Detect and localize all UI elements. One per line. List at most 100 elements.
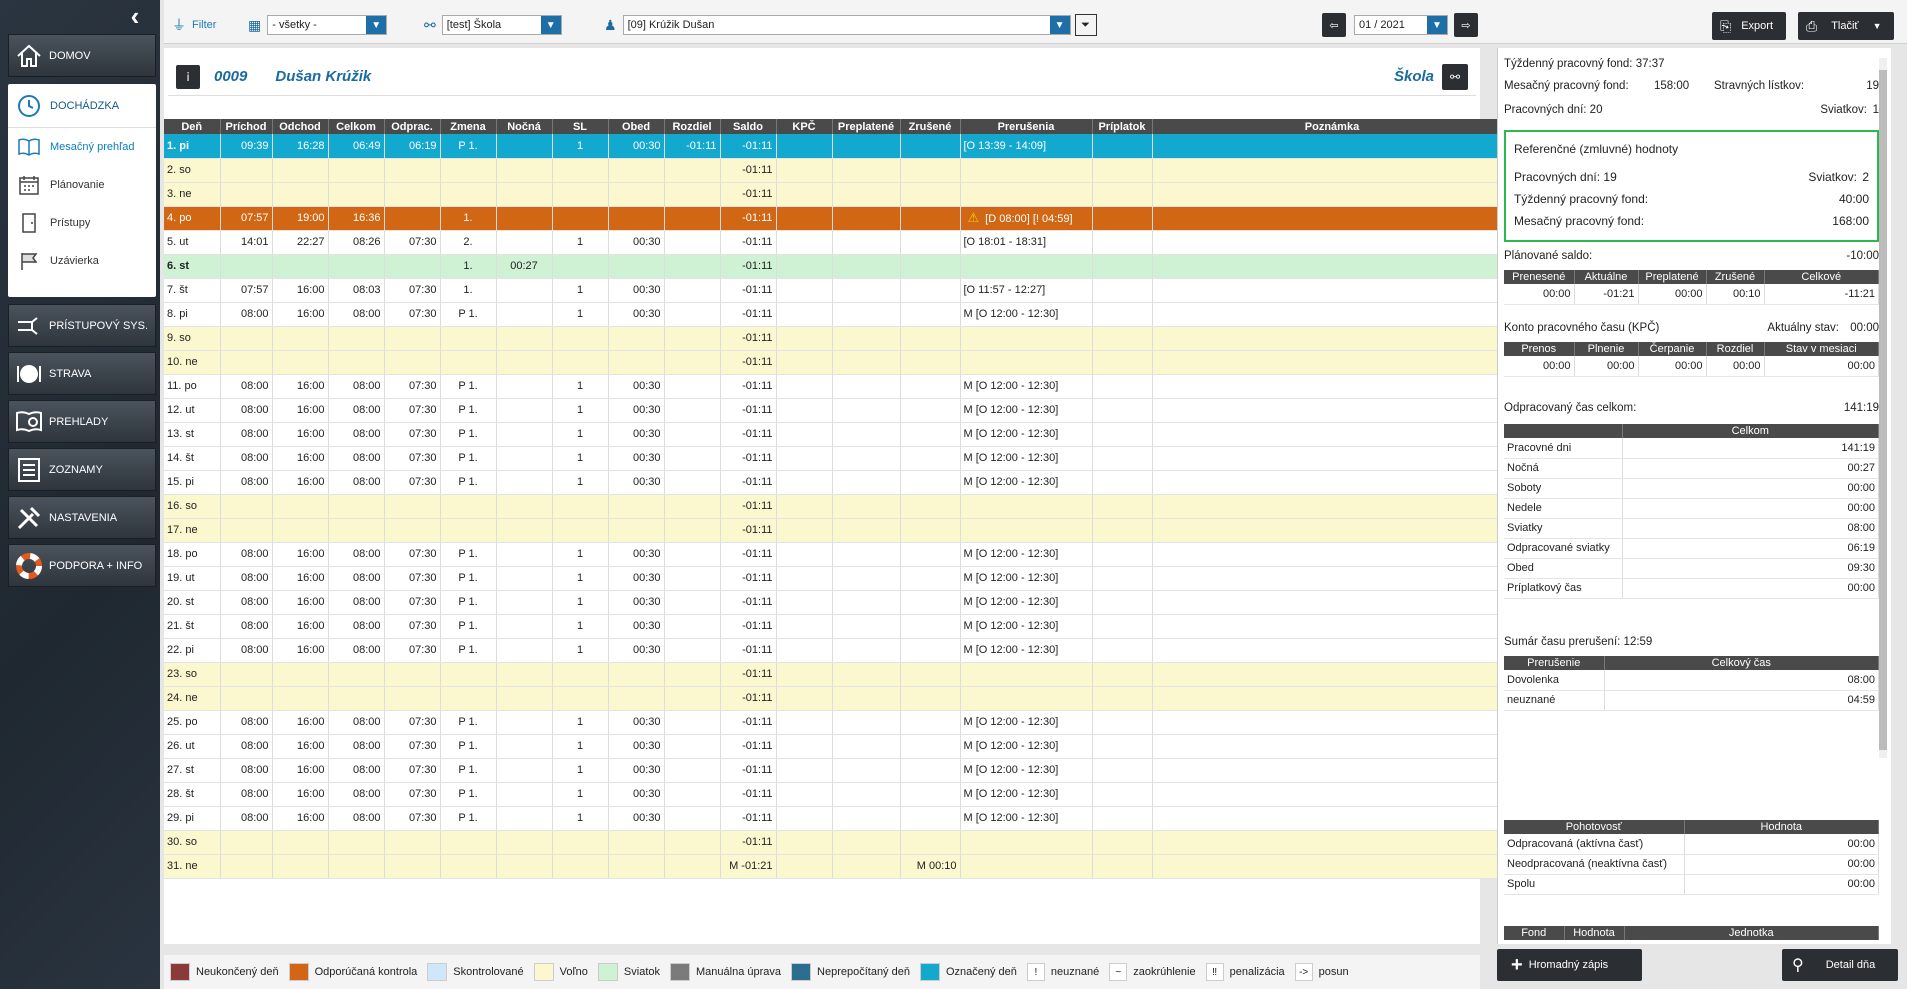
column-header[interactable]: Obed [608, 119, 665, 134]
nav-planning[interactable]: Plánovanie [8, 166, 156, 204]
column-header[interactable]: KPČ [776, 119, 833, 134]
summary-row: Soboty 00:00 [1504, 478, 1879, 499]
table-row[interactable]: 20. st 08:00 16:00 08:00 07:30 P 1. 1 00:30 -01:… [164, 590, 1513, 615]
table-row[interactable]: 31. ne M -01:21 M 00:10 [164, 854, 1513, 879]
table-row[interactable]: 24. ne -01:11 [164, 686, 1513, 711]
breaks-row: Sumár času prerušení: 12:59 [1504, 636, 1652, 648]
column-header[interactable]: Príchod [220, 119, 273, 134]
table-row[interactable]: 5. ut 14:01 22:27 08:26 07:30 2. 1 00:30 -01:11 [… [164, 230, 1513, 255]
nav-support[interactable]: PODPORA + INFO [8, 544, 156, 587]
table-row[interactable]: 27. st 08:00 16:00 08:00 07:30 P 1. 1 00:30 -01:… [164, 758, 1513, 783]
table-row[interactable]: 14. št 08:00 16:00 08:00 07:30 P 1. 1 00:30 -01:… [164, 446, 1513, 471]
table-row[interactable]: 28. št 08:00 16:00 08:00 07:30 P 1. 1 00:30 -01:… [164, 782, 1513, 807]
table-row[interactable]: 30. so -01:11 [164, 830, 1513, 855]
table-row[interactable]: 15. pi 08:00 16:00 08:00 07:30 P 1. 1 00:30 -01:… [164, 470, 1513, 495]
table-row[interactable]: 19. ut 08:00 16:00 08:00 07:30 P 1. 1 00:30 -01:… [164, 566, 1513, 591]
table-cell: -01:11 [720, 254, 777, 279]
nav-settings[interactable]: NASTAVENIA [8, 496, 156, 539]
table-row[interactable]: 8. pi 08:00 16:00 08:00 07:30 P 1. 1 00:30 -01:1… [164, 302, 1513, 327]
column-header[interactable]: Rozdiel [664, 119, 721, 134]
column-header[interactable]: Poznámka [1152, 119, 1513, 134]
table-row[interactable]: 2. so -01:11 [164, 158, 1513, 183]
filter-button[interactable]: ⏚ Filter [172, 14, 216, 36]
table-row[interactable]: 26. ut 08:00 16:00 08:00 07:30 P 1. 1 00:30 -01:… [164, 734, 1513, 759]
nav-overviews[interactable]: PREHĽADY [8, 400, 156, 443]
legend-label: Označený deň [945, 966, 1017, 978]
mini-cell: 00:00 [1504, 356, 1575, 377]
table-row[interactable]: 3. ne -01:11 [164, 182, 1513, 207]
table-cell [664, 278, 721, 303]
day-detail-button[interactable]: ⚲ Detail dňa [1782, 949, 1898, 981]
table-cell [1152, 782, 1513, 807]
info-button[interactable]: ⅰ [176, 64, 200, 89]
table-cell [776, 686, 833, 711]
month-select[interactable]: 01 / 2021 ▼ [1354, 15, 1448, 35]
table-row[interactable]: 12. ut 08:00 16:00 08:00 07:30 P 1. 1 00:30 -01:… [164, 398, 1513, 423]
table-cell [664, 326, 721, 351]
column-header[interactable]: SL [552, 119, 609, 134]
collapse-sidebar-icon[interactable]: ‹ [120, 3, 150, 29]
table-cell: 1 [552, 758, 609, 783]
nav-closing[interactable]: Uzávierka [8, 242, 156, 280]
department-select[interactable]: - všetky - ▼ [267, 15, 388, 35]
nav-monthly-overview[interactable]: Mesačný prehľad [8, 128, 156, 166]
summary-panel: Týždenný pracovný fond: 37:37 Mesačný pr… [1497, 48, 1891, 944]
column-header[interactable]: Odprac. [384, 119, 441, 134]
table-row[interactable]: 16. so -01:11 [164, 494, 1513, 519]
table-row[interactable]: 18. po 08:00 16:00 08:00 07:30 P 1. 1 00:30 -01:… [164, 542, 1513, 567]
prev-month-button[interactable]: ⇦ [1322, 13, 1346, 37]
nav-access[interactable]: Prístupy [8, 204, 156, 242]
table-row[interactable]: 7. št 07:57 16:00 08:03 07:30 1. 1 00:30 -01:11 [… [164, 278, 1513, 303]
nav-meals[interactable]: STRAVA [8, 352, 156, 395]
column-header[interactable]: Celkom [328, 119, 385, 134]
summary-scroll-thumb[interactable] [1879, 70, 1887, 750]
table-row[interactable]: 11. po 08:00 16:00 08:00 07:30 P 1. 1 00:30 -01:… [164, 374, 1513, 399]
table-row[interactable]: 22. pi 08:00 16:00 08:00 07:30 P 1. 1 00:30 -01:… [164, 638, 1513, 663]
nav-home[interactable]: DOMOV [8, 34, 156, 77]
column-header[interactable]: Zmena [440, 119, 497, 134]
table-row[interactable]: 23. so -01:11 [164, 662, 1513, 687]
org-select[interactable]: [test] Škola ▼ [441, 15, 562, 35]
table-row[interactable]: 25. po 08:00 16:00 08:00 07:30 P 1. 1 00:30 -01:… [164, 710, 1513, 735]
column-header[interactable]: Saldo [720, 119, 777, 134]
table-row[interactable]: 10. ne -01:11 [164, 350, 1513, 375]
column-header[interactable]: Preplatené [832, 119, 901, 134]
table-cell: 16:00 [272, 422, 329, 447]
table-row[interactable]: 9. so -01:11 [164, 326, 1513, 351]
flag-icon [8, 251, 50, 271]
nav-attendance[interactable]: DOCHÁDZKA [8, 84, 156, 128]
nav-access-system[interactable]: PRÍSTUPOVÝ SYS. [8, 304, 156, 347]
table-row[interactable]: 21. št 08:00 16:00 08:00 07:30 P 1. 1 00:30 -01:… [164, 614, 1513, 639]
table-cell: M -01:21 [720, 854, 777, 879]
bulk-entry-button[interactable]: + Hromadný zápis [1497, 949, 1642, 981]
employee-select[interactable]: [09] Krúžik Dušan ▼ [622, 15, 1071, 35]
table-row[interactable]: 13. st 08:00 16:00 08:00 07:30 P 1. 1 00:30 -01:… [164, 422, 1513, 447]
nav-lists[interactable]: ZOZNAMY [8, 448, 156, 491]
table-cell [900, 518, 961, 543]
table-row[interactable]: 1. pi 09:39 16:28 06:49 06:19 P 1. 1 00:30 -01:1… [164, 134, 1513, 159]
column-header[interactable]: Odchod [272, 119, 329, 134]
column-header[interactable]: Prerušenia [960, 119, 1093, 134]
table-cell [664, 566, 721, 591]
table-row[interactable]: 4. po 07:57 19:00 16:36 1. -01:11 ⚠ [D 08:00] [… [164, 206, 1513, 231]
summary-value: 08:00 [1604, 670, 1879, 691]
column-header[interactable]: Nočná [496, 119, 553, 134]
table-cell [900, 350, 961, 375]
table-cell: 8. pi [164, 302, 221, 327]
table-row[interactable]: 17. ne -01:11 [164, 518, 1513, 543]
org-tree-button[interactable]: ⚯ [1442, 63, 1468, 90]
export-button[interactable]: ⎘ Export [1712, 12, 1786, 40]
table-row[interactable]: 29. pi 08:00 16:00 08:00 07:30 P 1. 1 00:30 -01:… [164, 806, 1513, 831]
legend-label: posun [1318, 966, 1349, 978]
next-month-button[interactable]: ⇨ [1454, 13, 1478, 37]
employee-filter-button[interactable]: ⏷ [1074, 14, 1097, 36]
column-header[interactable]: Deň [164, 119, 221, 134]
column-header[interactable]: Zrušené [900, 119, 961, 134]
column-header[interactable]: Príplatok [1092, 119, 1153, 134]
table-row[interactable]: 6. st 1. 00:27 -01:11 [164, 254, 1513, 279]
table-cell: 07:30 [384, 230, 441, 255]
print-button[interactable]: ⎙ Tlačiť ▼ [1798, 12, 1894, 40]
table-cell [440, 830, 497, 855]
table-cell [440, 518, 497, 543]
summary-value: 00:27 [1622, 458, 1879, 479]
